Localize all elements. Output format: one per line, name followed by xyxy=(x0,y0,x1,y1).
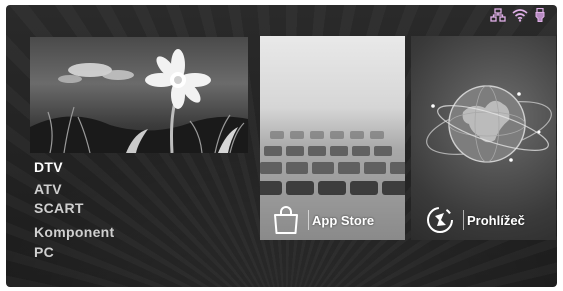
shopping-bag-icon xyxy=(272,205,300,235)
source-item-scart[interactable]: SCART xyxy=(34,200,84,216)
daffodil-image xyxy=(30,49,248,153)
source-item-komponent[interactable]: Komponent xyxy=(34,224,114,240)
usb-icon xyxy=(534,7,550,22)
browser-bar: Prohlížeč xyxy=(411,200,556,240)
browser-label: Prohlížeč xyxy=(467,212,525,228)
source-item-pc[interactable]: PC xyxy=(34,244,54,260)
tile-separator xyxy=(463,210,464,230)
tile-separator xyxy=(308,210,309,230)
network-icon xyxy=(490,8,506,22)
wifi-icon xyxy=(512,8,528,22)
source-item-dtv[interactable]: DTV xyxy=(34,159,63,175)
source-item-atv[interactable]: ATV xyxy=(34,181,62,197)
app-store-bar: App Store xyxy=(260,200,405,240)
status-bar xyxy=(490,7,550,22)
app-store-tile[interactable]: App Store xyxy=(260,36,405,240)
input-preview-image xyxy=(30,37,248,153)
app-store-label: App Store xyxy=(312,212,375,228)
tv-home-screen: DTV ATV SCART Komponent PC App Store Pro… xyxy=(6,5,557,287)
browser-compass-icon xyxy=(425,205,455,235)
browser-tile[interactable]: Prohlížeč xyxy=(411,36,556,240)
